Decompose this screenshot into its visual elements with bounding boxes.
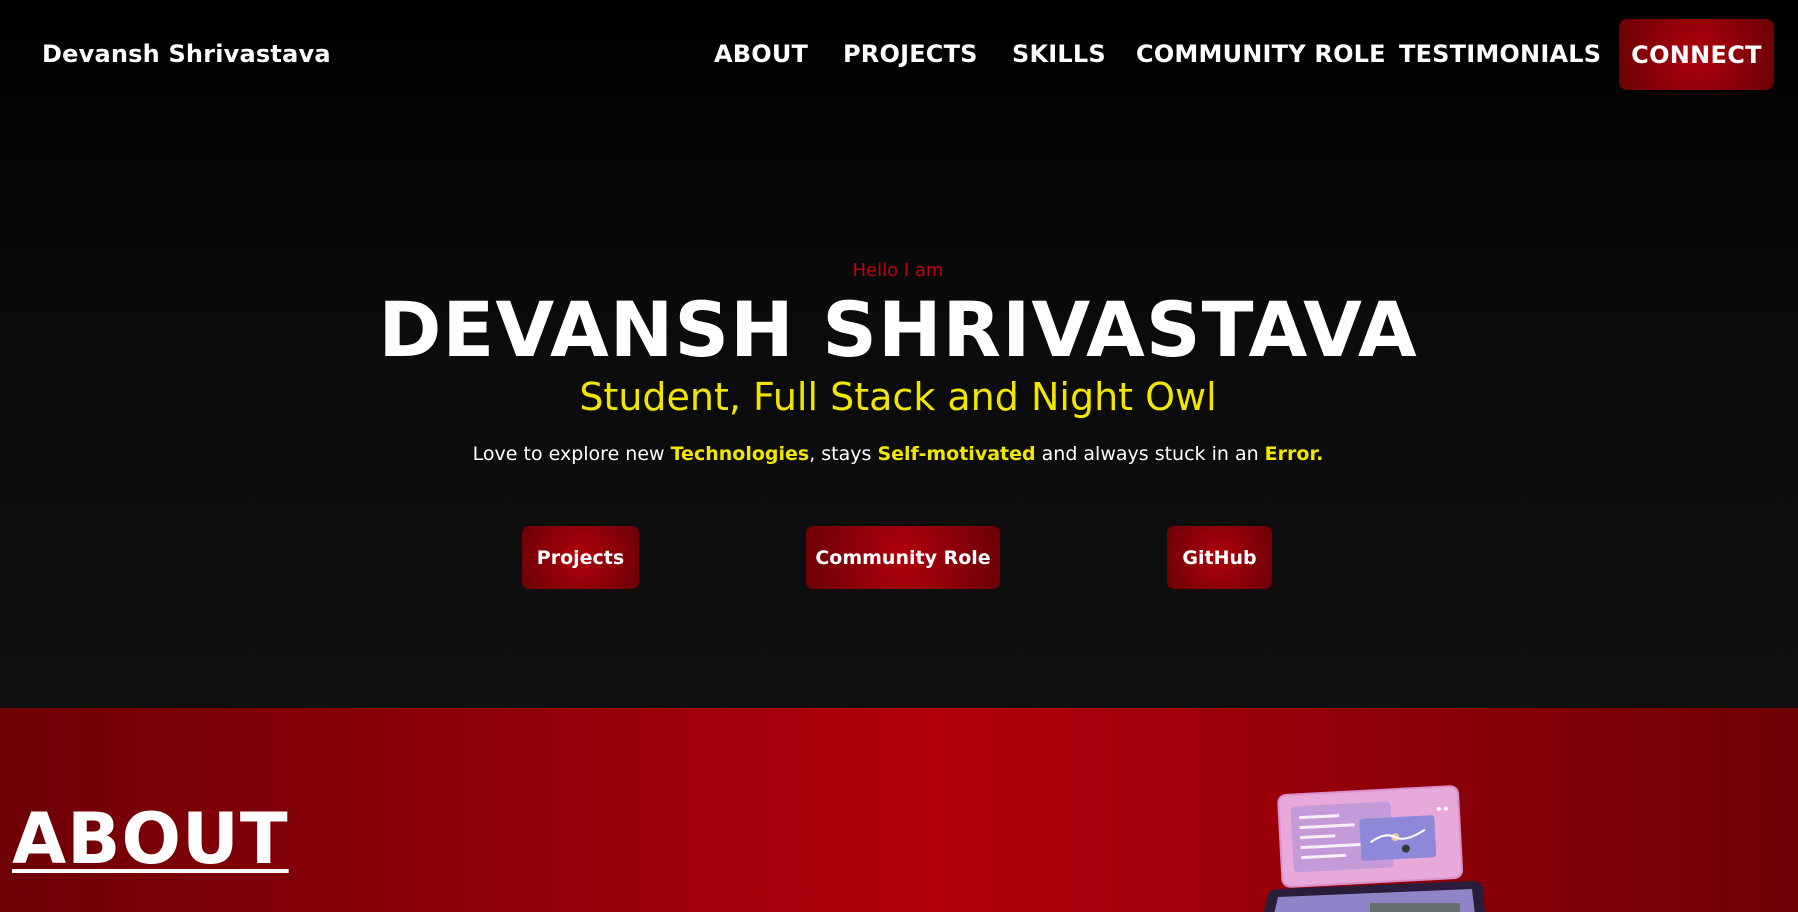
- greeting-text: Hello I am: [852, 260, 944, 281]
- desc-highlight-error: Error.: [1264, 443, 1324, 465]
- desc-text-3: and always stuck in an: [1035, 443, 1265, 465]
- connect-button[interactable]: CONNECT: [1619, 19, 1774, 90]
- hero-subtitle: Student, Full Stack and Night Owl: [579, 375, 1217, 419]
- hero-section: Devansh Shrivastava ABOUT PROJECTS SKILL…: [0, 0, 1798, 708]
- projects-button[interactable]: Projects: [522, 526, 639, 589]
- navbar: Devansh Shrivastava ABOUT PROJECTS SKILL…: [0, 0, 1798, 110]
- hero-description: Love to explore new Technologies, stays …: [0, 441, 1796, 467]
- desc-text-2: , stays: [809, 443, 878, 465]
- nav-link-community-role[interactable]: COMMUNITY ROLE: [1136, 40, 1386, 68]
- desc-highlight-technologies: Technologies: [670, 443, 810, 465]
- nav-link-about[interactable]: ABOUT: [714, 40, 808, 68]
- github-button[interactable]: GitHub: [1167, 526, 1272, 589]
- nav-link-testimonials[interactable]: TESTIMONIALS: [1399, 40, 1601, 68]
- nav-link-skills[interactable]: SKILLS: [1012, 40, 1106, 68]
- laptop-screens-illustration: [1263, 785, 1486, 912]
- about-section: ABOUT: [0, 708, 1798, 912]
- community-role-button[interactable]: Community Role: [806, 526, 1000, 589]
- nav-links: ABOUT PROJECTS SKILLS COMMUNITY ROLE TES…: [0, 40, 1798, 70]
- desc-highlight-self-motivated: Self-motivated: [877, 443, 1036, 465]
- nav-link-projects[interactable]: PROJECTS: [843, 40, 978, 68]
- about-title: ABOUT: [12, 798, 289, 880]
- desc-text-1: Love to explore new: [472, 443, 671, 465]
- hero-name: DEVANSH SHRIVASTAVA: [378, 285, 1418, 374]
